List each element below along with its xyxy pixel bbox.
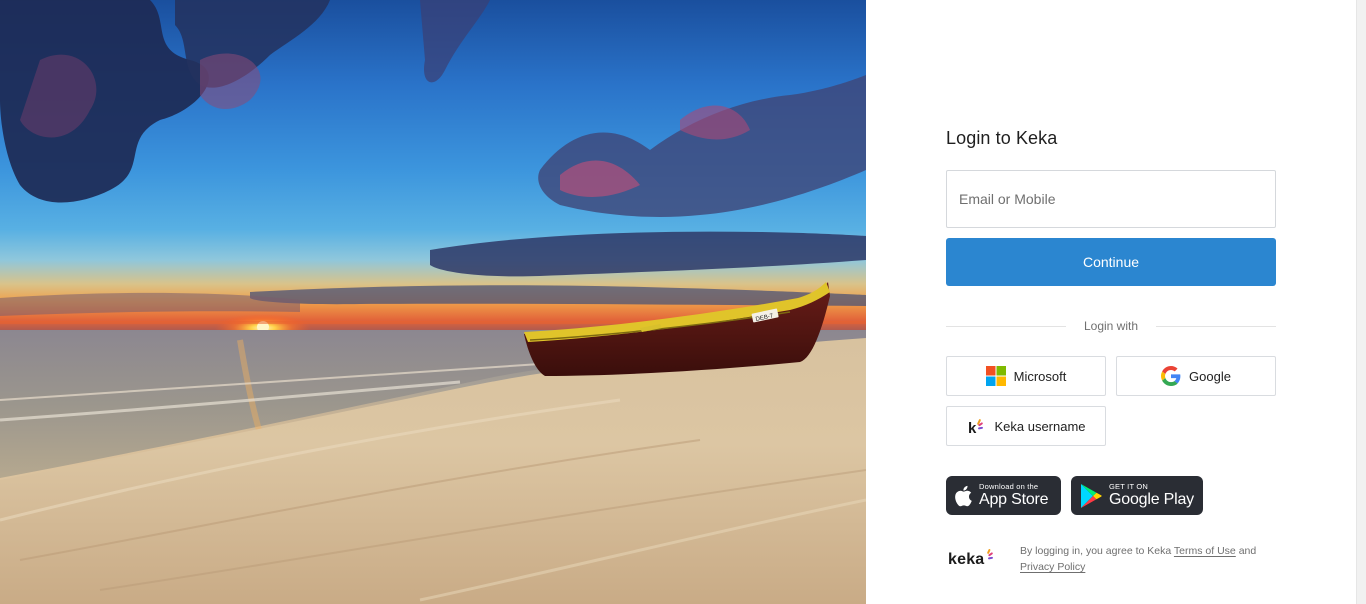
login-title: Login to Keka bbox=[946, 128, 1058, 148]
microsoft-login-label: Microsoft bbox=[1013, 368, 1067, 384]
divider-line-right bbox=[1156, 326, 1276, 327]
legal-prefix: By logging in, you agree to Keka bbox=[1020, 545, 1172, 557]
apple-icon bbox=[955, 485, 972, 506]
google-play-badge[interactable]: GET IT ON Google Play bbox=[1071, 476, 1203, 515]
app-store-badge[interactable]: Download on the App Store bbox=[946, 476, 1061, 515]
google-login-label: Google bbox=[1189, 368, 1231, 384]
clouds bbox=[0, 0, 866, 316]
keka-sparkle-icon bbox=[987, 549, 994, 560]
keka-logo-icon: k bbox=[968, 419, 984, 436]
google-play-label: Google Play bbox=[1109, 490, 1194, 508]
app-store-small-label: Download on the bbox=[979, 481, 1039, 491]
keka-username-login-button[interactable]: k Keka username bbox=[946, 406, 1106, 446]
continue-button[interactable]: Continue bbox=[946, 238, 1276, 286]
microsoft-logo-icon bbox=[985, 366, 1006, 386]
google-play-icon bbox=[1081, 483, 1102, 508]
keka-username-label: Keka username bbox=[994, 418, 1086, 434]
scrollbar[interactable] bbox=[1356, 0, 1366, 604]
svg-text:k: k bbox=[968, 420, 977, 436]
login-with-divider: Login with bbox=[946, 318, 1276, 336]
beach-sunset-image: DEB-7 bbox=[0, 0, 866, 604]
email-or-mobile-input[interactable] bbox=[946, 170, 1276, 228]
microsoft-login-button[interactable]: Microsoft bbox=[946, 356, 1106, 396]
app-store-label: App Store bbox=[979, 490, 1049, 508]
legal-notice: By logging in, you agree to Keka Terms o… bbox=[1020, 543, 1280, 575]
login-panel: Login to Keka Continue Login with Micros… bbox=[866, 0, 1366, 604]
google-login-button[interactable]: Google bbox=[1116, 356, 1276, 396]
keka-logo-wordmark: keka bbox=[948, 551, 985, 568]
beach-scene-illustration: DEB-7 bbox=[0, 0, 866, 604]
keka-footer-logo: keka bbox=[948, 548, 997, 569]
legal-and: and bbox=[1238, 545, 1257, 557]
terms-of-use-link[interactable]: Terms of Use bbox=[1174, 545, 1236, 557]
privacy-policy-link[interactable]: Privacy Policy bbox=[1020, 561, 1085, 573]
google-logo-icon bbox=[1161, 366, 1181, 386]
google-play-small-label: GET IT ON bbox=[1109, 481, 1149, 491]
